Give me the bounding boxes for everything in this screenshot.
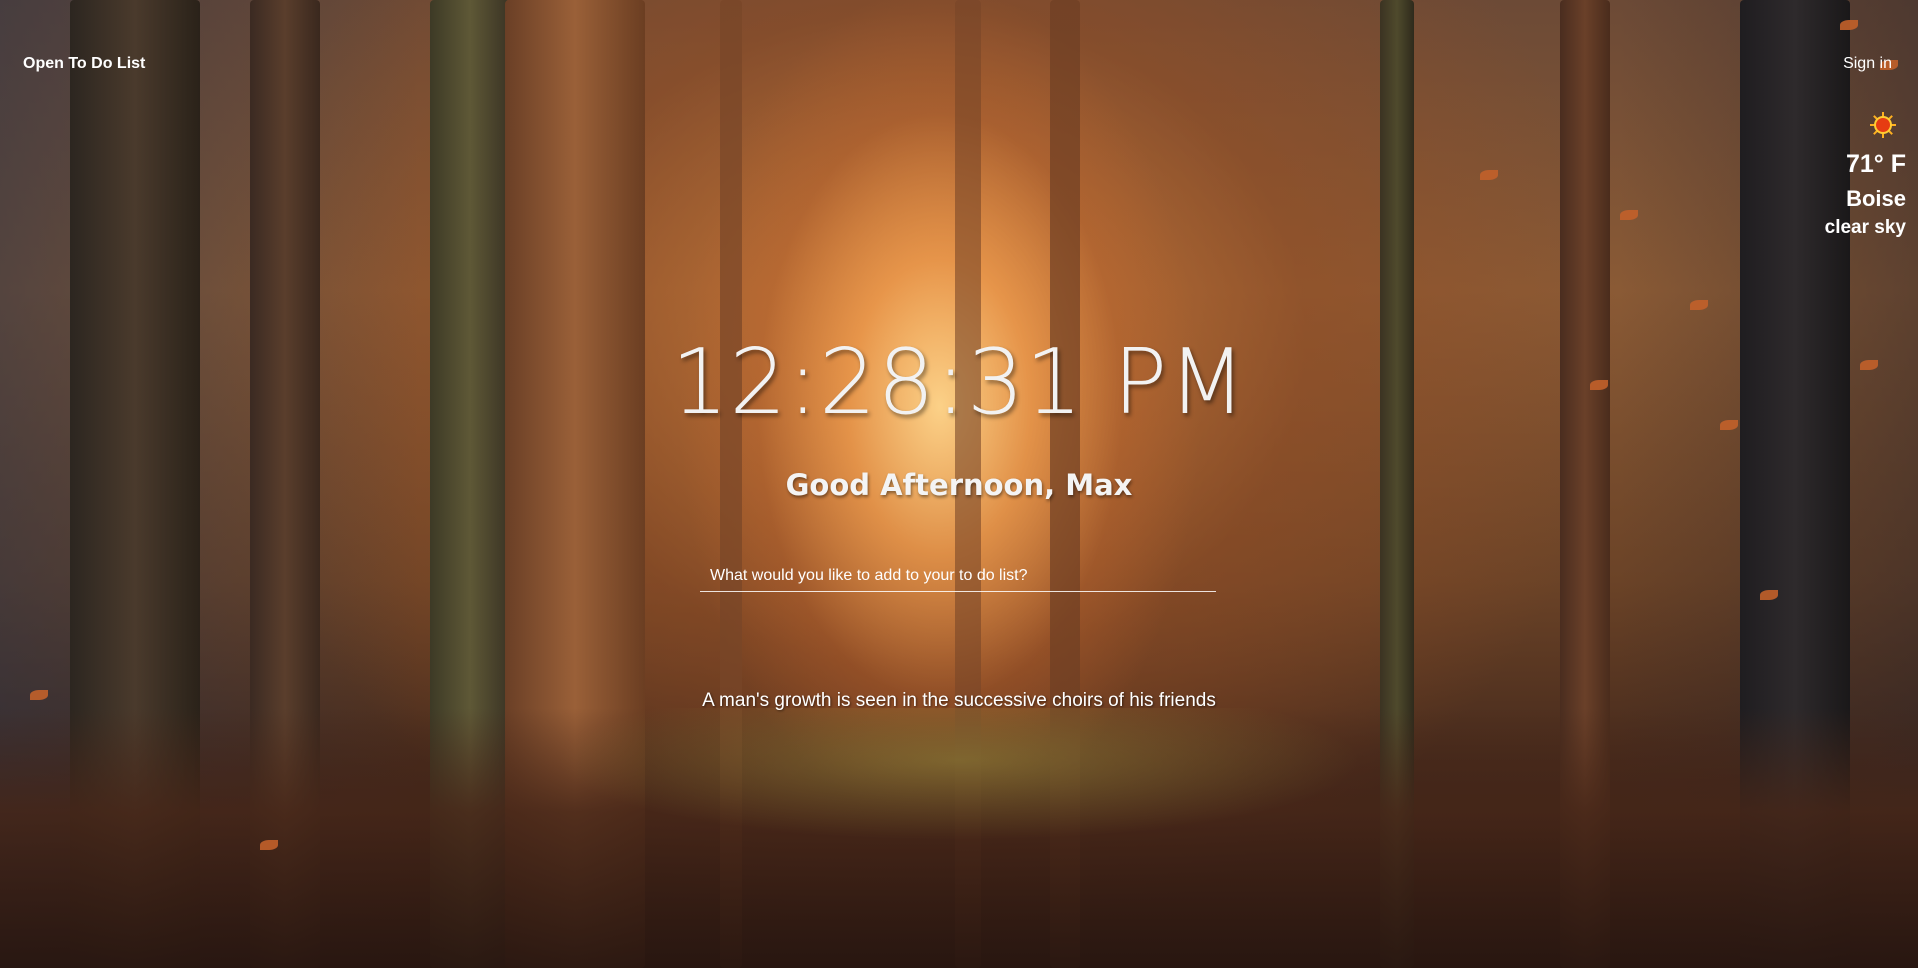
sun-icon (1870, 112, 1896, 138)
sun-core (1876, 118, 1890, 132)
open-todo-list-link[interactable]: Open To Do List (23, 55, 145, 73)
weather-description: clear sky (1824, 217, 1906, 238)
todo-input[interactable] (700, 560, 1216, 592)
clock-time: 12:28:31 PM (671, 330, 1247, 435)
leaf-decoration (1620, 210, 1638, 220)
leaf-decoration (1690, 300, 1708, 310)
greeting-text: Good Afternoon, Max (785, 468, 1133, 502)
forest-floor (0, 708, 1918, 968)
leaf-decoration (1840, 20, 1858, 30)
weather-temperature: 71° F (1845, 150, 1906, 178)
background-forest-image: Open To Do List Sign in 71° F Boise clea… (0, 0, 1918, 968)
quote-text: A man's growth is seen in the successive… (702, 690, 1216, 711)
leaf-decoration (260, 840, 278, 850)
leaf-decoration (1760, 590, 1778, 600)
weather-widget: 71° F Boise clear sky (1825, 112, 1906, 241)
leaf-decoration (1480, 170, 1498, 180)
sign-in-link[interactable]: Sign in (1843, 55, 1892, 73)
weather-city: Boise (1846, 186, 1906, 211)
